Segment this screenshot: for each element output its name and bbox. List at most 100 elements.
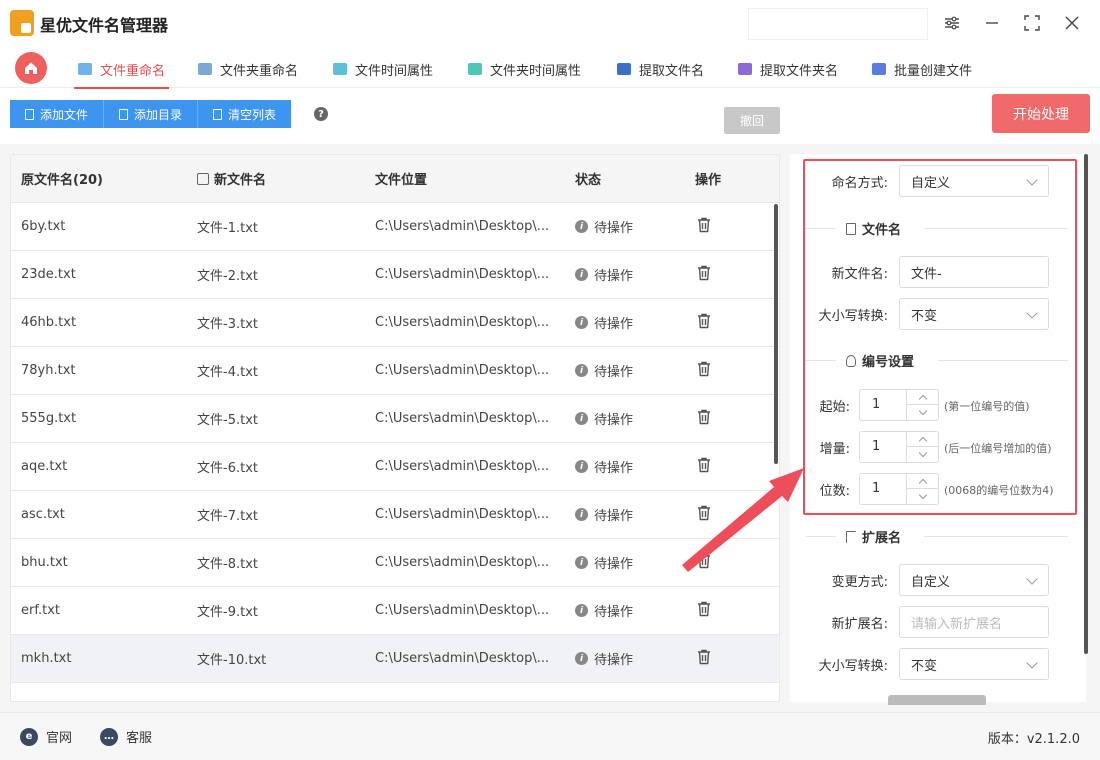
action-cell [687, 648, 767, 670]
trash-icon[interactable] [695, 648, 713, 666]
file-icon [617, 63, 631, 75]
new-filename: 文件-7.txt [197, 509, 258, 524]
new-filename: 文件-1.txt [197, 221, 258, 236]
trash-icon[interactable] [695, 408, 713, 426]
tab-extract-filename[interactable]: 提取文件名 [617, 56, 704, 82]
file-location: C:\Users\admin\Desktop\... [375, 267, 550, 282]
file-icon [738, 63, 752, 75]
tab-folder-rename[interactable]: 文件夹重命名 [198, 56, 298, 82]
status-text: 待操作 [594, 269, 634, 284]
ext-mode-select[interactable]: 自定义 [899, 564, 1049, 596]
file-location: C:\Users\admin\Desktop\... [375, 507, 550, 522]
table-row[interactable]: 78yh.txt 文件-4.txt C:\Users\admin\Desktop\.… [11, 347, 779, 395]
original-filename: asc.txt [21, 507, 65, 522]
table-row[interactable]: 23de.txt 文件-2.txt C:\Users\admin\Desktop\.… [11, 251, 779, 299]
status-text: 待操作 [594, 317, 634, 332]
original-filename: 555g.txt [21, 411, 77, 426]
table-header: 原文件名(20) 新文件名 文件位置 状态 操作 [11, 155, 779, 203]
info-icon: i [575, 508, 588, 521]
table-scrollbar[interactable] [774, 204, 778, 464]
close-icon[interactable] [1060, 10, 1084, 36]
status-cell: i 待操作 [567, 265, 687, 284]
status-cell: i 待操作 [567, 361, 687, 380]
chat-icon: … [100, 727, 118, 746]
tab-folder-time[interactable]: 文件夹时间属性 [468, 56, 581, 82]
customer-service-link[interactable]: … 客服 [100, 727, 152, 746]
file-icon [25, 108, 34, 120]
title-bar: 星优文件名管理器 [0, 0, 1100, 48]
new-extension-input[interactable]: 请输入新扩展名 [899, 606, 1049, 638]
table-body: 6by.txt 文件-1.txt C:\Users\admin\Desktop\..… [11, 203, 779, 683]
info-icon: i [575, 316, 588, 329]
trash-icon[interactable] [695, 264, 713, 282]
title-search-box[interactable] [748, 8, 928, 40]
header-action: 操作 [695, 173, 722, 188]
table-row[interactable]: 46hb.txt 文件-3.txt C:\Users\admin\Desktop\.… [11, 299, 779, 347]
table-row[interactable]: erf.txt 文件-9.txt C:\Users\admin\Desktop\..… [11, 587, 779, 635]
clear-list-button[interactable]: 清空列表 [198, 100, 292, 128]
trash-icon[interactable] [695, 360, 713, 378]
table-row[interactable]: 555g.txt 文件-5.txt C:\Users\admin\Desktop\.… [11, 395, 779, 443]
header-location: 文件位置 [375, 173, 428, 188]
start-processing-button[interactable]: 开始处理 [992, 94, 1090, 133]
action-cell [687, 216, 767, 238]
panel-action-button-partial[interactable] [888, 695, 986, 705]
add-directory-button[interactable]: 添加目录 [104, 100, 199, 128]
panel-scrollbar[interactable] [1084, 154, 1088, 654]
chevron-down-icon [1026, 573, 1038, 585]
ext-mode-label: 变更方式: [831, 575, 888, 590]
file-table: 原文件名(20) 新文件名 文件位置 状态 操作 6by.txt 文件-1.txt… [10, 154, 780, 702]
trash-icon [213, 108, 223, 120]
action-cell [687, 600, 767, 622]
tabs-bar: 文件重命名 文件夹重命名 文件时间属性 文件夹时间属性 提取文件名 提取文件夹名… [0, 48, 1100, 89]
original-filename: erf.txt [21, 603, 60, 618]
status-cell: i 待操作 [567, 457, 687, 476]
status-cell: i 待操作 [567, 649, 687, 668]
maximize-icon[interactable] [1020, 10, 1044, 36]
undo-button[interactable]: 撤回 [724, 107, 780, 134]
website-link[interactable]: e 官网 [20, 727, 72, 746]
chevron-down-icon [1026, 657, 1038, 669]
file-location: C:\Users\admin\Desktop\... [375, 219, 550, 234]
flag-icon [846, 530, 856, 543]
add-file-button[interactable]: 添加文件 [10, 100, 105, 128]
tab-batch-create[interactable]: 批量创建文件 [872, 56, 972, 82]
table-row[interactable]: aqe.txt 文件-6.txt C:\Users\admin\Desktop\..… [11, 443, 779, 491]
action-cell [687, 264, 767, 286]
minimize-icon[interactable] [980, 10, 1004, 36]
trash-icon[interactable] [695, 216, 713, 234]
table-row[interactable]: 6by.txt 文件-1.txt C:\Users\admin\Desktop\..… [11, 203, 779, 251]
new-filename: 文件-6.txt [197, 461, 258, 476]
header-new-name: 新文件名 [189, 169, 367, 188]
app-logo-icon [10, 10, 34, 36]
settings-icon[interactable] [940, 10, 964, 36]
file-location: C:\Users\admin\Desktop\... [375, 651, 550, 666]
file-icon [872, 63, 886, 75]
info-icon: i [575, 460, 588, 473]
trash-icon[interactable] [695, 312, 713, 330]
ext-case-select[interactable]: 不变 [899, 648, 1049, 680]
status-text: 待操作 [594, 461, 634, 476]
status-cell: i 待操作 [567, 313, 687, 332]
status-cell: i 待操作 [567, 409, 687, 428]
extension-section-header: 扩展名 [806, 526, 1068, 546]
status-text: 待操作 [594, 365, 634, 380]
table-row[interactable]: bhu.txt 文件-8.txt C:\Users\admin\Desktop\..… [11, 539, 779, 587]
trash-icon[interactable] [695, 600, 713, 618]
version-text: 版本：v2.1.2.0 [987, 732, 1080, 747]
table-row[interactable]: asc.txt 文件-7.txt C:\Users\admin\Desktop\..… [11, 491, 779, 539]
status-text: 待操作 [594, 557, 634, 572]
info-icon: i [575, 268, 588, 281]
file-location: C:\Users\admin\Desktop\... [375, 555, 550, 570]
action-cell [687, 360, 767, 382]
info-icon: i [575, 412, 588, 425]
file-location: C:\Users\admin\Desktop\... [375, 411, 550, 426]
table-row[interactable]: mkh.txt 文件-10.txt C:\Users\admin\Desktop\.… [11, 635, 779, 683]
tab-extract-foldername[interactable]: 提取文件夹名 [738, 56, 838, 82]
new-filename: 文件-8.txt [197, 557, 258, 572]
home-icon[interactable] [15, 52, 47, 84]
annotation-arrow [682, 468, 804, 572]
tab-file-rename[interactable]: 文件重命名 [73, 56, 170, 89]
tab-file-time[interactable]: 文件时间属性 [333, 56, 433, 82]
help-icon[interactable]: ? [314, 107, 328, 121]
